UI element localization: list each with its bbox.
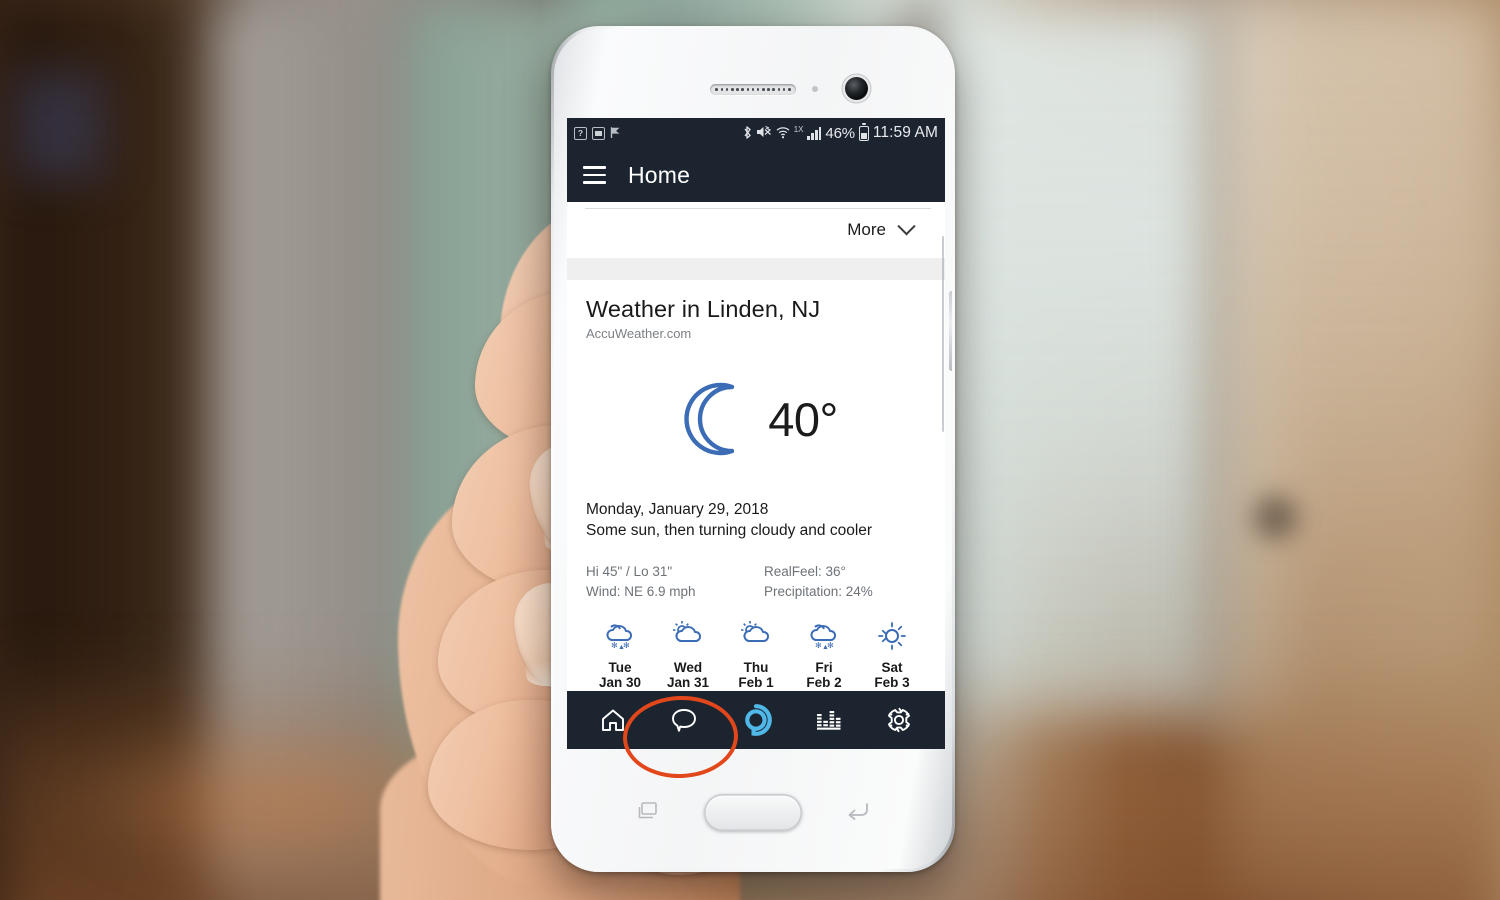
- page-title: Home: [628, 161, 691, 188]
- weather-stats: Hi 45" / Lo 31" Wind: NE 6.9 mph RealFee…: [586, 562, 926, 601]
- power-button[interactable]: [949, 291, 952, 371]
- screenshot-badge-icon: [592, 126, 605, 140]
- svg-text:✻: ✻: [611, 641, 618, 650]
- weather-stats-left: Hi 45" / Lo 31" Wind: NE 6.9 mph: [586, 562, 756, 601]
- cloud-snow-icon: ✻ ▲ ✻: [586, 619, 654, 653]
- hi-lo-value: Hi 45" / Lo 31": [586, 564, 673, 579]
- vertical-scrollbar[interactable]: [941, 236, 944, 432]
- current-temperature: 40°: [768, 392, 838, 446]
- weather-source: AccuWeather.com: [586, 326, 692, 341]
- forecast-dow: Thu: [743, 660, 769, 676]
- chat-bubble-icon[interactable]: [662, 698, 706, 742]
- status-bar: ? 1X 46% 11:59 AM: [567, 118, 945, 148]
- battery-icon: [858, 123, 869, 141]
- bluetooth-icon: [742, 125, 752, 142]
- hamburger-menu-icon[interactable]: [583, 166, 606, 184]
- weather-card[interactable]: Weather in Linden, NJ AccuWeather.com 40…: [567, 280, 945, 710]
- svg-text:✻: ✻: [815, 641, 822, 650]
- more-row[interactable]: More: [567, 202, 945, 258]
- proximity-sensor: [812, 86, 818, 92]
- sun-icon: [858, 619, 926, 653]
- battery-percent: 46%: [825, 124, 855, 142]
- smartphone: ? 1X 46% 11:59 AM Home More Weather in L…: [551, 26, 955, 872]
- precipitation-value: Precipitation: 24%: [764, 583, 873, 599]
- alexa-ring-icon[interactable]: [734, 698, 778, 742]
- wind-value: Wind: NE 6.9 mph: [586, 583, 696, 599]
- realfeel-value: RealFeel: 36°: [764, 564, 846, 579]
- network-type-label: 1X: [793, 124, 804, 134]
- sun-behind-cloud-icon: [722, 619, 790, 653]
- gear-icon[interactable]: [877, 698, 921, 742]
- phone-body: ? 1X 46% 11:59 AM Home More Weather in L…: [554, 29, 952, 869]
- status-bar-clock: 11:59 AM: [872, 124, 938, 141]
- wifi-icon: [776, 126, 790, 141]
- current-conditions-row: 40°: [586, 363, 926, 475]
- svg-text:✻: ✻: [623, 641, 630, 650]
- help-badge-icon: ?: [574, 126, 587, 140]
- chevron-down-icon[interactable]: [897, 216, 916, 235]
- mute-speaker-icon: [756, 125, 772, 141]
- weather-title: Weather in Linden, NJ: [586, 296, 821, 322]
- status-bar-right-icons: 1X 46% 11:59 AM: [742, 123, 938, 142]
- phone-screen: ? 1X 46% 11:59 AM Home More Weather in L…: [567, 118, 945, 749]
- front-camera: [845, 77, 868, 100]
- forecast-date: Feb 2: [806, 675, 842, 691]
- bottom-navigation-bar: [567, 691, 945, 749]
- status-bar-left-icons: ?: [574, 126, 622, 141]
- flag-check-icon: [610, 126, 622, 141]
- section-gap-band: [567, 258, 945, 280]
- background-blue-patch: [15, 72, 105, 180]
- weather-date: Monday, January 29, 2018: [586, 501, 769, 518]
- weather-summary: Some sun, then turning cloudy and cooler: [586, 522, 873, 539]
- earpiece-speaker: [710, 84, 796, 95]
- forecast-dow: Fri: [815, 660, 833, 676]
- sun-behind-cloud-icon: [654, 619, 722, 653]
- forecast-dow: Tue: [608, 660, 632, 676]
- background-door-knob: [1252, 495, 1298, 540]
- crescent-moon-icon: [674, 377, 758, 461]
- home-button[interactable]: [704, 794, 802, 831]
- cloud-snow-icon: ✻ ▲ ✻: [790, 619, 858, 653]
- app-bar: Home: [567, 148, 945, 202]
- weather-stats-right: RealFeel: 36° Precipitation: 24%: [756, 562, 926, 601]
- phone-top-bezel: [554, 29, 952, 124]
- more-label: More: [847, 220, 886, 239]
- svg-text:✻: ✻: [827, 641, 834, 650]
- forecast-date: Feb 3: [874, 675, 910, 691]
- home-icon[interactable]: [591, 698, 635, 742]
- forecast-date: Feb 1: [738, 675, 774, 691]
- forecast-dow: Sat: [881, 660, 903, 676]
- forecast-date: Jan 31: [666, 675, 710, 691]
- back-arrow-icon[interactable]: [844, 801, 872, 821]
- recents-icon[interactable]: [636, 801, 662, 821]
- equalizer-icon[interactable]: [806, 698, 850, 742]
- forecast-date: Jan 30: [598, 675, 642, 691]
- signal-bars-icon: [807, 126, 822, 140]
- forecast-dow: Wed: [673, 660, 703, 676]
